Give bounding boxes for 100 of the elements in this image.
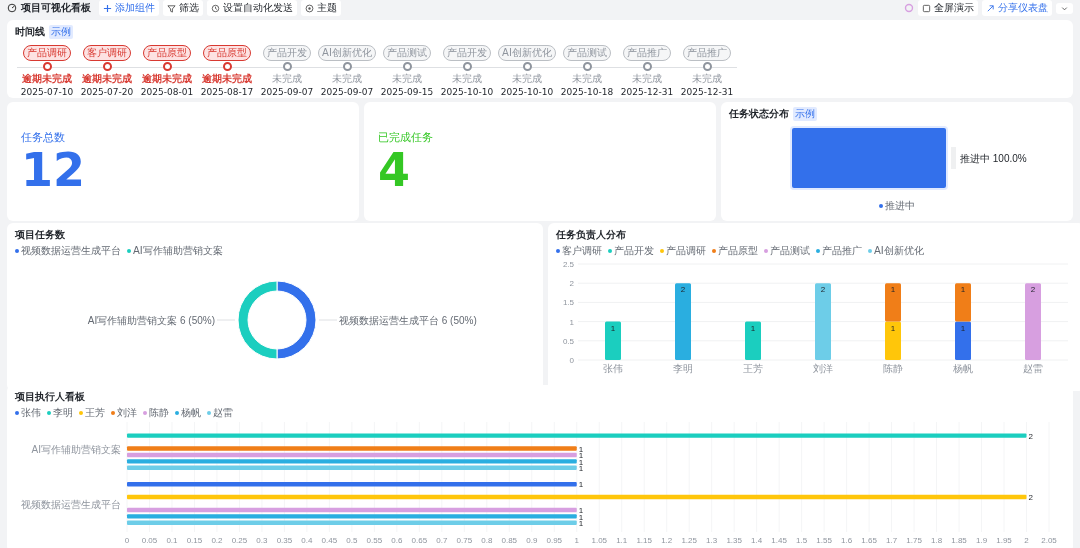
axis-label: 1.5 xyxy=(562,298,574,308)
legend-label: 产品开发 xyxy=(614,244,654,258)
date-text: 2025-10-18 xyxy=(560,87,614,97)
axis-label: 0.2 xyxy=(211,536,223,545)
target-icon xyxy=(305,3,314,13)
card-title: 项目任务数 xyxy=(15,228,65,242)
automation-button[interactable]: 设置自动化发送 xyxy=(207,0,297,16)
ring-icon[interactable] xyxy=(904,3,914,13)
milestone-pill: AI创新优化 xyxy=(318,45,376,61)
axis-label: 0.1 xyxy=(166,536,178,545)
axis-label: 0.45 xyxy=(321,536,338,545)
axis-label: 1.95 xyxy=(996,536,1012,545)
date-text: 2025-09-15 xyxy=(380,87,434,97)
date-text: 2025-08-01 xyxy=(140,87,194,97)
legend-label: 产品调研 xyxy=(666,244,706,258)
axis-label: 李明 xyxy=(673,363,693,374)
milestone-pill: 客户调研 xyxy=(83,45,131,61)
value-label: 1 xyxy=(890,285,896,295)
value-label: 1 xyxy=(578,512,584,522)
filter-button[interactable]: 筛选 xyxy=(163,0,203,16)
date-text: 2025-09-07 xyxy=(320,87,374,97)
card-title: 任务状态分布 xyxy=(729,107,789,121)
legend-label: 视频数据运营生成平台 xyxy=(21,244,121,258)
status-text: 未完成 xyxy=(272,72,302,86)
milestone-pill: 产品原型 xyxy=(143,45,191,61)
legend-label: AI创新优化 xyxy=(874,244,924,258)
legend-label: 李明 xyxy=(53,406,73,420)
axis-label: 1.45 xyxy=(771,536,787,545)
axis-label: 0.4 xyxy=(301,536,313,545)
axis-label: 1.8 xyxy=(931,536,943,545)
value-label: 1 xyxy=(578,444,584,454)
axis-label: 1 xyxy=(569,317,574,327)
axis-label: 2.05 xyxy=(1041,536,1057,545)
axis-label: 2.5 xyxy=(562,260,574,269)
axis-label: 1.6 xyxy=(841,536,853,545)
stat-label: 已完成任务 xyxy=(378,130,434,145)
value-label: 2 xyxy=(820,285,826,295)
axis-label: 0.3 xyxy=(256,536,268,545)
filter-icon xyxy=(167,3,176,13)
status-text: 未完成 xyxy=(392,72,422,86)
axis-label: 0.5 xyxy=(562,336,574,346)
date-text: 2025-12-31 xyxy=(680,87,734,97)
status-text: 未完成 xyxy=(512,72,542,86)
axis-label: 1.75 xyxy=(906,536,922,545)
milestone-pill: 产品测试 xyxy=(383,45,431,61)
value-label: 1 xyxy=(750,323,756,333)
axis-label: AI写作辅助营销文案 xyxy=(31,443,121,455)
milestone-pill: 产品调研 xyxy=(23,45,71,61)
milestone-dot xyxy=(702,62,712,71)
axis-label: 2 xyxy=(569,279,574,289)
status-text: 逾期未完成 xyxy=(142,72,192,86)
theme-button[interactable]: 主题 xyxy=(301,0,341,16)
more-button[interactable] xyxy=(1056,2,1073,14)
date-text: 2025-12-31 xyxy=(620,87,674,97)
legend-label: 产品测试 xyxy=(770,244,810,258)
legend-dot xyxy=(15,249,19,253)
date-text: 2025-07-20 xyxy=(80,87,134,97)
add-button[interactable]: 添加组件 xyxy=(99,0,159,16)
stat-value: 4 xyxy=(378,147,411,193)
milestone-dot xyxy=(162,62,172,71)
axis-label: 0.95 xyxy=(546,536,563,545)
value-label: 视频数据运营生成平台 6 (50%) xyxy=(339,315,477,326)
axis-label: 1.3 xyxy=(706,536,718,545)
fullscreen-button[interactable]: 全屏演示 xyxy=(918,0,978,16)
share-button[interactable]: 分享仪表盘 xyxy=(982,0,1052,16)
axis-label: 1.9 xyxy=(975,536,988,545)
milestone-pill: 产品原型 xyxy=(203,45,251,61)
axis-label: 1.7 xyxy=(886,536,898,545)
plus-icon xyxy=(103,3,112,13)
tag: 示例 xyxy=(49,25,73,39)
date-text: 2025-08-17 xyxy=(200,87,254,97)
legend-dot xyxy=(127,249,131,253)
dashboard-title: 项目可视化看板 xyxy=(21,1,91,15)
axis-label: 0.8 xyxy=(481,536,493,545)
axis-label: 0.55 xyxy=(366,536,383,545)
milestone-pill: 产品推广 xyxy=(623,45,671,61)
status-text: 未完成 xyxy=(452,72,482,86)
axis-label: 陈静 xyxy=(883,363,903,374)
axis-label: 1.55 xyxy=(816,536,832,545)
milestone-dot xyxy=(282,62,292,71)
axis-label: 0.15 xyxy=(186,536,203,545)
clock-icon xyxy=(211,3,220,13)
date-text: 2025-09-07 xyxy=(260,87,314,97)
axis-label: 1.15 xyxy=(636,536,652,545)
axis-label: 赵雷 xyxy=(1023,363,1043,374)
stat-value: 12 xyxy=(21,147,86,193)
milestone-pill: 产品测试 xyxy=(563,45,611,61)
axis-label: 0.05 xyxy=(141,536,158,545)
value-label: 1 xyxy=(960,323,966,333)
legend-label: 赵雷 xyxy=(213,406,233,420)
axis-label: 1.4 xyxy=(751,536,763,545)
axis-label: 张伟 xyxy=(603,363,623,374)
legend-label: 推进中 xyxy=(885,199,915,213)
milestone-pill: 产品开发 xyxy=(443,45,491,61)
milestone-dot xyxy=(342,62,352,71)
axis-label: 2 xyxy=(1024,536,1029,545)
milestone-dot xyxy=(522,62,532,71)
value-label: 推进中 100.0% xyxy=(960,153,1027,164)
axis-label: 王芳 xyxy=(743,363,763,374)
milestone-pill: 产品开发 xyxy=(263,45,311,61)
